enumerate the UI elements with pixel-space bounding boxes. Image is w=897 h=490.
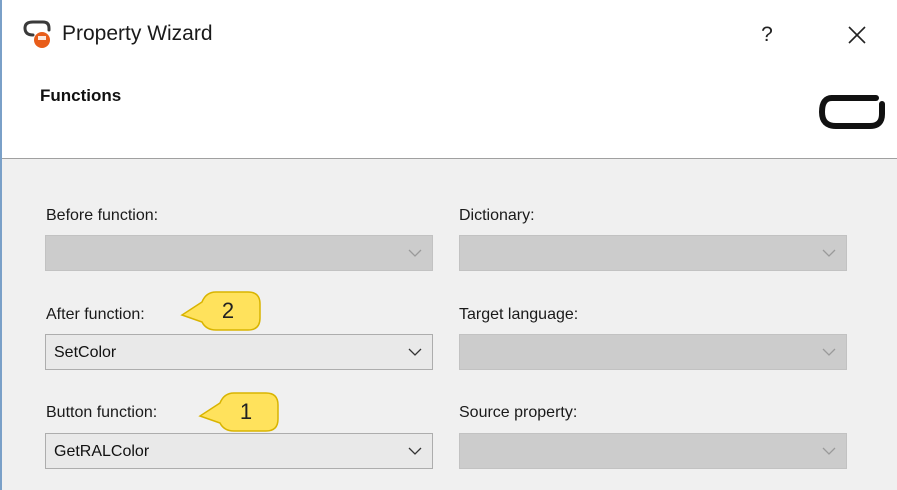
chevron-down-icon — [822, 348, 836, 356]
brand-logo-icon — [819, 95, 885, 129]
chevron-down-icon — [408, 249, 422, 257]
dictionary-select[interactable] — [459, 235, 847, 271]
chevron-down-icon — [822, 447, 836, 455]
button-function-label: Button function: — [46, 404, 158, 421]
before-function-label: Before function: — [46, 207, 159, 224]
before-function-select[interactable] — [45, 235, 433, 271]
close-icon[interactable] — [840, 18, 874, 52]
button-function-value: GetRALColor — [54, 443, 150, 460]
callout-number: 2 — [221, 298, 235, 323]
page-title: Functions — [40, 86, 122, 105]
wizard-header: Functions — [2, 72, 897, 159]
window-title: Property Wizard — [62, 22, 213, 45]
property-wizard-window: Property Wizard ? Functions Before funct… — [0, 0, 897, 490]
callout-1: 1 — [196, 389, 282, 437]
chevron-down-icon — [408, 348, 422, 356]
target-language-label: Target language: — [459, 306, 579, 323]
dictionary-label: Dictionary: — [459, 207, 535, 224]
chevron-down-icon — [408, 447, 422, 455]
target-language-select[interactable] — [459, 334, 847, 370]
callout-number: 1 — [239, 399, 253, 424]
help-button[interactable]: ? — [752, 18, 782, 52]
after-function-select[interactable]: SetColor — [45, 334, 433, 370]
source-property-label: Source property: — [459, 404, 578, 421]
title-bar[interactable]: Property Wizard ? — [2, 0, 897, 72]
source-property-select[interactable] — [459, 433, 847, 469]
app-icon — [23, 20, 51, 48]
after-function-label: After function: — [46, 306, 145, 323]
callout-2: 2 — [178, 288, 264, 336]
after-function-value: SetColor — [54, 344, 117, 361]
button-function-select[interactable]: GetRALColor — [45, 433, 433, 469]
chevron-down-icon — [822, 249, 836, 257]
